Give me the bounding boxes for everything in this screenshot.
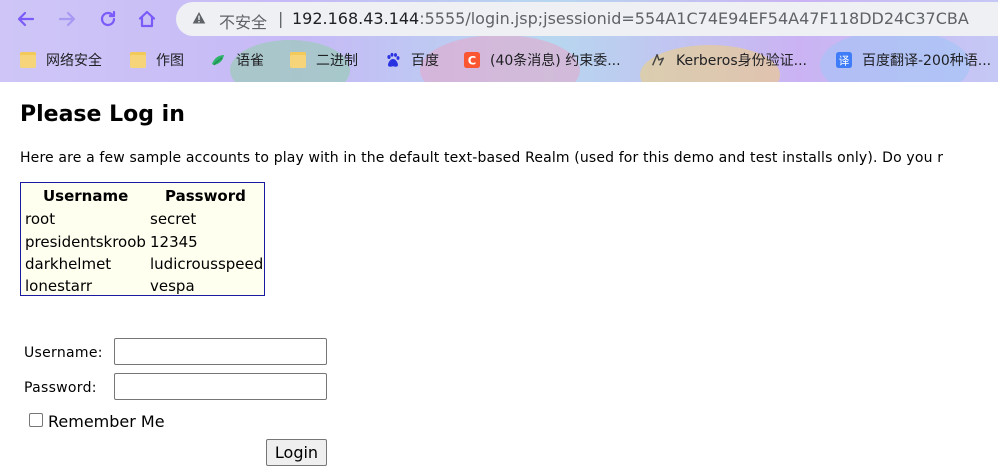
column-header-username: Username [43,187,129,205]
table-cell-password: secret [150,210,197,228]
bookmark-label: 网络安全 [46,53,102,69]
password-label: Password: [24,380,97,396]
table-cell-username: lonestarr [25,277,93,295]
page-title: Please Log in [20,102,185,127]
column-header-password: Password [165,187,246,205]
intro-text: Here are a few sample accounts to play w… [20,150,944,166]
url-host: 192.168.43.144 [292,9,420,28]
bookmark-baidu-translate[interactable]: 译 百度翻译-200种语... [836,48,991,72]
folder-icon [290,52,306,68]
warning-icon [192,12,206,24]
url-path: :5555/login.jsp;jsessionid=554A1C74E94EF… [419,9,969,28]
url-text[interactable]: 192.168.43.144:5555/login.jsp;jsessionid… [292,9,969,28]
bookmarks-bar: 网络安全 作图 语雀 二进制 百度 C (40条消息) 约束委... Kerbe… [0,44,998,76]
bookmark-binary[interactable]: 二进制 [290,48,358,72]
security-status-label[interactable]: 不安全 [219,9,267,33]
home-icon [138,10,156,28]
bookmark-baidu[interactable]: 百度 [385,48,439,72]
svg-text:译: 译 [839,54,850,67]
csdn-icon: C [464,52,480,68]
forward-arrow-icon [58,11,76,27]
password-input[interactable] [114,373,327,400]
bookmark-kerberos[interactable]: Kerberos身份验证... [650,48,807,72]
folder-icon [20,52,36,68]
table-cell-username: presidentskroob [25,233,146,251]
svg-text:C: C [468,53,476,67]
back-arrow-icon [17,11,35,27]
remember-me-label[interactable]: Remember Me [48,412,165,431]
bookmark-network-security[interactable]: 网络安全 [20,48,102,72]
reload-button[interactable] [94,5,122,33]
kerberos-icon [652,53,665,66]
username-input[interactable] [114,338,327,365]
address-separator: | [278,9,284,28]
table-cell-username: darkhelmet [25,255,112,273]
bookmark-yuque[interactable]: 语雀 [210,48,264,72]
home-button[interactable] [133,5,161,33]
bookmark-label: 作图 [156,53,184,69]
page-content: Please Log in Here are a few sample acco… [0,82,998,472]
translate-icon: 译 [836,52,852,68]
bookmark-label: 百度 [411,53,439,69]
table-cell-username: root [25,210,56,228]
browser-chrome: 不安全 | 192.168.43.144:5555/login.jsp;jses… [0,0,998,82]
bookmark-label: 二进制 [316,53,358,69]
sample-accounts-table: Username Password root secret presidents… [20,182,265,296]
bookmark-label: Kerberos身份验证... [676,53,808,69]
table-cell-password: 12345 [150,233,198,251]
baidu-icon [387,52,400,67]
table-cell-password: ludicrousspeed [150,255,264,273]
reload-icon [100,10,116,27]
bookmark-label: (40条消息) 约束委... [490,53,621,69]
table-cell-password: vespa [150,277,195,295]
address-bar[interactable]: 不安全 | 192.168.43.144:5555/login.jsp;jses… [176,2,998,36]
username-label: Username: [24,345,103,361]
yuque-icon [212,55,224,66]
remember-me-checkbox[interactable] [29,413,43,427]
bookmark-label: 百度翻译-200种语... [862,53,992,69]
forward-button[interactable] [53,5,81,33]
folder-icon [130,52,146,68]
back-button[interactable] [12,5,40,33]
bookmark-csdn[interactable]: C (40条消息) 约束委... [464,48,621,72]
bookmark-label: 语雀 [236,53,264,69]
login-button[interactable]: Login [266,439,327,466]
bookmark-drawing[interactable]: 作图 [130,48,184,72]
